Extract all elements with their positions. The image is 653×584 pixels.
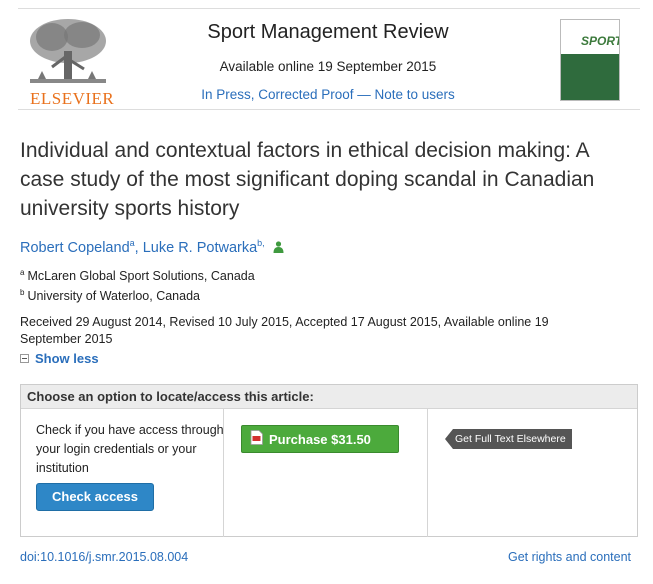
- author-link[interactable]: Robert Copeland: [20, 240, 130, 256]
- affiliation-a: a McLaren Global Sport Solutions, Canada: [20, 268, 255, 284]
- check-access-description: Check if you have access through your lo…: [36, 423, 224, 475]
- article-history: Received 29 August 2014, Revised 10 July…: [20, 315, 549, 346]
- get-full-text-elsewhere-button[interactable]: Get Full Text Elsewhere: [445, 429, 572, 449]
- pdf-icon: [250, 430, 263, 448]
- elsevier-tree-icon: [30, 19, 106, 83]
- doi-link[interactable]: doi:10.1016/j.smr.2015.08.004: [20, 550, 188, 564]
- author-list: Robert Copelanda, Luke R. Potwarkab,: [20, 238, 284, 257]
- cover-photo: [561, 54, 619, 100]
- journal-header: ELSEVIER Sport Management Review Availab…: [18, 8, 640, 110]
- rights-link[interactable]: Get rights and content: [508, 550, 631, 564]
- affiliation-b: b University of Waterloo, Canada: [20, 288, 200, 304]
- arrow-left-icon: [445, 429, 453, 449]
- cover-title: SPORT: [581, 34, 620, 48]
- column-divider: [427, 409, 428, 537]
- check-access-button[interactable]: Check access: [36, 483, 154, 511]
- journal-available-online: Available online 19 September 2015: [219, 59, 437, 74]
- elsevier-logo[interactable]: ELSEVIER: [22, 15, 114, 108]
- purchase-button[interactable]: Purchase $31.50: [241, 425, 399, 453]
- journal-title[interactable]: Sport Management Review: [138, 21, 518, 44]
- show-less-toggle[interactable]: Show less: [20, 351, 99, 366]
- access-options-heading: Choose an option to locate/access this a…: [21, 385, 637, 409]
- access-options-panel: Choose an option to locate/access this a…: [20, 384, 638, 537]
- publisher-wordmark: ELSEVIER: [30, 89, 115, 108]
- author-link[interactable]: Luke R. Potwarka: [143, 240, 257, 256]
- author-affiliation-marker[interactable]: b,: [257, 238, 265, 248]
- in-press-link[interactable]: In Press, Corrected Proof — Note to user…: [138, 87, 518, 102]
- article-title: Individual and contextual factors in eth…: [20, 139, 595, 220]
- corresponding-author-icon[interactable]: [273, 241, 284, 257]
- journal-cover-image[interactable]: SPORT: [560, 19, 620, 101]
- collapse-icon: [20, 354, 29, 363]
